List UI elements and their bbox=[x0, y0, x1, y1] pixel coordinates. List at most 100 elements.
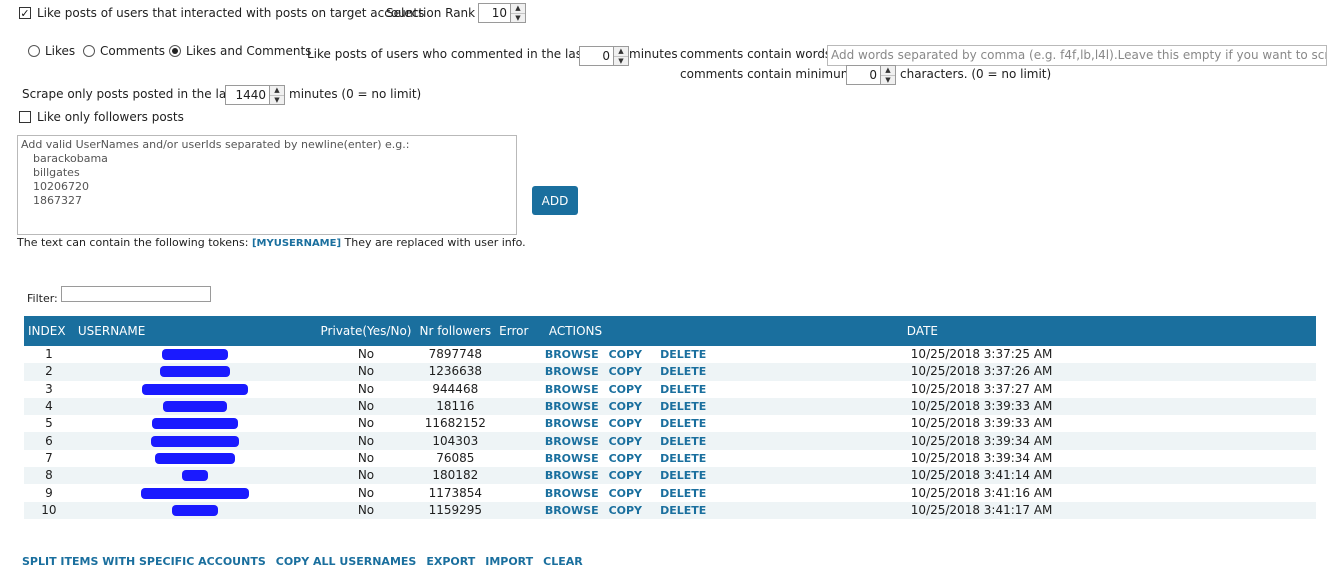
add-button[interactable]: ADD bbox=[532, 186, 578, 215]
col-private[interactable]: Private(Yes/No) bbox=[316, 316, 416, 346]
col-username[interactable]: USERNAME bbox=[73, 316, 317, 346]
table-row[interactable]: 8 No 180182 BROWSE COPY DELETE 10/25/2018 3:41… bbox=[24, 467, 1316, 485]
cell-index: 10 bbox=[24, 501, 74, 519]
copy-all-usernames-link[interactable]: COPY ALL USERNAMES bbox=[276, 555, 417, 568]
browse-link[interactable]: BROWSE bbox=[544, 501, 609, 519]
tokens-help: The text can contain the following token… bbox=[17, 236, 526, 251]
copy-link[interactable]: COPY bbox=[609, 484, 661, 501]
browse-link[interactable]: BROWSE bbox=[545, 381, 609, 398]
scrape-posted-stepper[interactable]: 1440 ▲ ▼ bbox=[225, 85, 285, 105]
browse-link[interactable]: BROWSE bbox=[544, 467, 609, 485]
table-row[interactable]: 2 No 1236638 BROWSE COPY DELETE 10/25/2018 3:3… bbox=[24, 363, 1316, 381]
delete-link[interactable]: DELETE bbox=[660, 501, 907, 519]
col-actions[interactable]: ACTIONS bbox=[544, 316, 907, 346]
cell-followers: 1236638 bbox=[415, 363, 496, 381]
col-followers[interactable]: Nr followers bbox=[415, 316, 496, 346]
delete-link[interactable]: DELETE bbox=[660, 397, 907, 416]
cell-username bbox=[73, 501, 317, 519]
col-error[interactable]: Error bbox=[495, 316, 545, 346]
stepper-down-icon[interactable]: ▼ bbox=[270, 95, 284, 104]
radio-comments-label: Comments bbox=[100, 44, 166, 58]
browse-link[interactable]: BROWSE bbox=[545, 484, 609, 501]
copy-link[interactable]: COPY bbox=[609, 450, 661, 467]
copy-link[interactable]: COPY bbox=[609, 381, 661, 398]
comments-min-value[interactable]: 0 bbox=[847, 66, 880, 84]
users-textarea[interactable]: Add valid UserNames and/or userIds separ… bbox=[17, 135, 517, 235]
browse-link[interactable]: BROWSE bbox=[544, 397, 609, 416]
stepper-up-icon[interactable]: ▲ bbox=[614, 47, 628, 57]
table-row[interactable]: 9 No 1173854 BROWSE COPY DELETE 10/25/2018 3:4… bbox=[24, 484, 1316, 501]
radio-likes-and-comments[interactable] bbox=[169, 45, 181, 57]
clear-link[interactable]: CLEAR bbox=[543, 555, 583, 568]
split-items-link[interactable]: SPLIT ITEMS WITH SPECIFIC ACCOUNTS bbox=[22, 555, 266, 568]
tokens-prefix: The text can contain the following token… bbox=[17, 236, 249, 249]
radio-comments[interactable] bbox=[83, 45, 95, 57]
cell-index: 8 bbox=[24, 467, 74, 485]
table-row[interactable]: 1 No 7897748 BROWSE COPY DELETE 10/25/2018 3:3… bbox=[24, 346, 1316, 363]
delete-link[interactable]: DELETE bbox=[660, 432, 907, 450]
comments-min-stepper[interactable]: 0 ▲ ▼ bbox=[846, 65, 896, 85]
followers-only-checkbox[interactable] bbox=[19, 111, 31, 123]
copy-link[interactable]: COPY bbox=[608, 363, 661, 381]
filter-label: Filter: bbox=[27, 292, 58, 305]
copy-link[interactable]: COPY bbox=[609, 415, 661, 432]
table-row[interactable]: 10 No 1159295 BROWSE COPY DELETE 10/25/2018 3:… bbox=[24, 501, 1316, 519]
delete-link[interactable]: DELETE bbox=[660, 346, 907, 363]
delete-link[interactable]: DELETE bbox=[660, 450, 907, 467]
cell-index: 2 bbox=[24, 363, 74, 381]
delete-link[interactable]: DELETE bbox=[660, 467, 907, 485]
import-link[interactable]: IMPORT bbox=[485, 555, 533, 568]
browse-link[interactable]: BROWSE bbox=[545, 450, 609, 467]
delete-link[interactable]: DELETE bbox=[660, 363, 907, 381]
table-row[interactable]: 3 No 944468 BROWSE COPY DELETE 10/25/2018 3:37… bbox=[24, 381, 1316, 398]
cell-error bbox=[495, 397, 545, 416]
stepper-up-icon[interactable]: ▲ bbox=[270, 86, 284, 96]
cell-username bbox=[74, 484, 317, 501]
selection-rank-value[interactable]: 10 bbox=[479, 4, 510, 22]
delete-link[interactable]: DELETE bbox=[660, 415, 907, 432]
copy-link[interactable]: COPY bbox=[608, 397, 661, 416]
copy-link[interactable]: COPY bbox=[608, 501, 661, 519]
stepper-down-icon[interactable]: ▼ bbox=[511, 13, 525, 22]
stepper-down-icon[interactable]: ▼ bbox=[614, 56, 628, 65]
export-link[interactable]: EXPORT bbox=[426, 555, 475, 568]
browse-link[interactable]: BROWSE bbox=[544, 363, 609, 381]
browse-link[interactable]: BROWSE bbox=[545, 415, 609, 432]
table-row[interactable]: 7 No 76085 BROWSE COPY DELETE 10/25/2018 3:39:… bbox=[24, 450, 1316, 467]
minutes-label: minutes bbox=[629, 47, 678, 61]
interacted-checkbox[interactable]: ✓ bbox=[19, 7, 31, 19]
cell-private: No bbox=[357, 485, 375, 500]
commented-last-stepper[interactable]: 0 ▲ ▼ bbox=[579, 46, 629, 66]
commented-last-value[interactable]: 0 bbox=[580, 47, 613, 65]
browse-link[interactable]: BROWSE bbox=[544, 432, 609, 450]
delete-link[interactable]: DELETE bbox=[660, 381, 907, 398]
cell-followers: 7897748 bbox=[428, 347, 483, 362]
comments-words-input[interactable]: Add words separated by comma (e.g. f4f,l… bbox=[827, 45, 1327, 66]
scrape-posted-value[interactable]: 1440 bbox=[226, 86, 269, 104]
col-date[interactable]: DATE bbox=[906, 316, 1316, 346]
table-row[interactable]: 6 No 104303 BROWSE COPY DELETE 10/25/2018 3:39… bbox=[24, 432, 1316, 450]
table-row[interactable]: 5 No 11682152 BROWSE COPY DELETE 10/25/2018 3:… bbox=[24, 415, 1316, 432]
stepper-up-icon[interactable]: ▲ bbox=[881, 66, 895, 76]
copy-link[interactable]: COPY bbox=[609, 346, 661, 363]
stepper-up-icon[interactable]: ▲ bbox=[511, 4, 525, 14]
cell-error bbox=[495, 432, 545, 450]
cell-followers: 76085 bbox=[436, 450, 475, 465]
radio-likes[interactable] bbox=[28, 45, 40, 57]
copy-link[interactable]: COPY bbox=[608, 432, 661, 450]
cell-date: 10/25/2018 3:41:17 AM bbox=[906, 501, 1316, 519]
col-index[interactable]: INDEX bbox=[24, 316, 74, 346]
cell-username bbox=[73, 397, 317, 416]
delete-link[interactable]: DELETE bbox=[660, 484, 907, 501]
stepper-down-icon[interactable]: ▼ bbox=[881, 75, 895, 84]
copy-link[interactable]: COPY bbox=[608, 467, 661, 485]
redaction-scribble bbox=[182, 470, 209, 482]
redaction-scribble bbox=[160, 366, 231, 378]
selection-rank-stepper[interactable]: 10 ▲ ▼ bbox=[478, 3, 526, 23]
token-myusername[interactable]: [MYUSERNAME] bbox=[252, 238, 341, 249]
selection-rank-label: Selection Rank bbox=[386, 6, 476, 20]
browse-link[interactable]: BROWSE bbox=[545, 346, 609, 363]
filter-input[interactable] bbox=[61, 286, 211, 302]
tokens-suffix: They are replaced with user info. bbox=[344, 236, 526, 249]
table-row[interactable]: 4 No 18116 BROWSE COPY DELETE 10/25/2018 3:39:… bbox=[24, 397, 1316, 416]
